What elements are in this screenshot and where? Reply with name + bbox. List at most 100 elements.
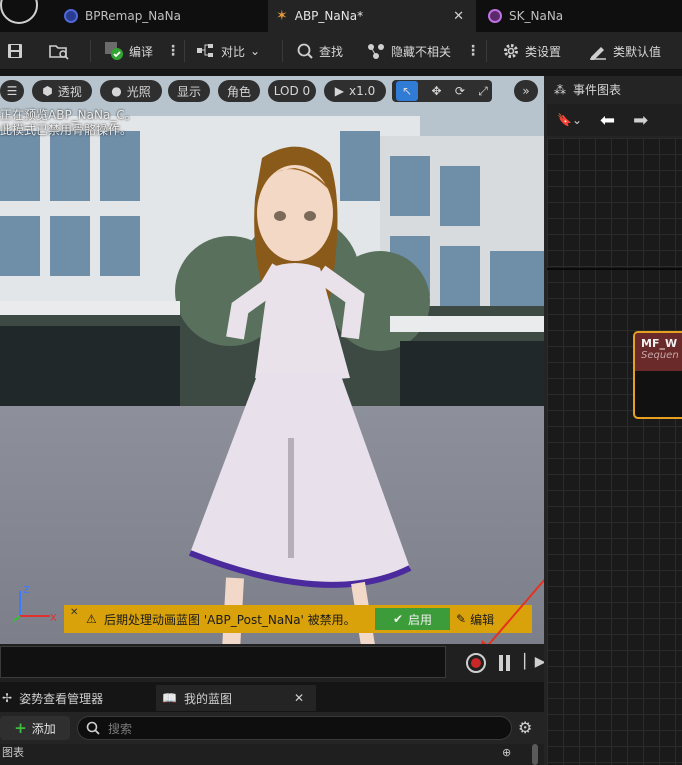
tab-pose-watch[interactable]: ✢ 姿势查看管理器 xyxy=(0,685,156,711)
close-icon[interactable]: ✕ xyxy=(70,607,78,618)
rotate-icon[interactable]: ⟳ xyxy=(455,84,465,98)
playback-bar: ▏▶ xyxy=(0,644,546,682)
diff-button[interactable]: 对比 ⌄ xyxy=(196,38,260,64)
section-label: 图表 xyxy=(2,746,24,759)
character-label: 角色 xyxy=(226,84,251,99)
graph-node[interactable]: MF_W Sequen xyxy=(633,331,682,419)
check-icon: ✔ xyxy=(392,612,404,626)
graph-canvas[interactable]: MF_W Sequen xyxy=(547,138,682,765)
record-button[interactable] xyxy=(466,653,486,673)
plus-icon: + xyxy=(14,719,27,737)
tab-abp[interactable]: ✶ ABP_NaNa* ✕ xyxy=(268,0,476,32)
main-toolbar: 编译 ⋮ 对比 ⌄ 查找 隐藏不相关 ⋮ 类设置 类默认值 xyxy=(0,32,682,70)
search-icon xyxy=(86,721,100,735)
event-graph-title: 事件图表 xyxy=(573,83,622,97)
timeline-scrubber[interactable] xyxy=(0,646,446,678)
tab-skeleton[interactable]: SK_NaNa xyxy=(476,0,682,32)
tab-my-blueprint[interactable]: 📖 我的蓝图 ✕ xyxy=(156,685,316,711)
find-label: 查找 xyxy=(319,44,344,59)
tab-label: SK_NaNa xyxy=(509,9,564,23)
compile-check-icon xyxy=(105,42,123,60)
bookmark-icon[interactable]: 🔖⌄ xyxy=(557,113,582,127)
forward-arrow-icon[interactable]: ➡ xyxy=(633,110,648,131)
my-blueprint-toolbar: + 添加 搜索 ⚙ xyxy=(0,712,544,744)
node-title: MF_W xyxy=(641,337,678,350)
character-preview-image xyxy=(188,146,412,644)
hamburger-icon: ☰ xyxy=(6,84,18,98)
back-arrow-icon[interactable]: ⬅ xyxy=(600,110,615,131)
transform-tools: ↖ ✥ ⟳ ⤢ xyxy=(392,80,492,102)
node-header: MF_W Sequen xyxy=(635,333,682,371)
event-graph-tab[interactable]: ⁂ 事件图表 xyxy=(554,81,621,98)
speed-label: x1.0 xyxy=(349,84,376,98)
preview-notice-line1: 正在预览ABP_NaNa_C。 xyxy=(0,108,137,122)
graphs-section-header[interactable]: 图表 ⊕ xyxy=(0,744,544,765)
close-icon[interactable]: ✕ xyxy=(453,9,464,24)
lighting-button[interactable]: ● 光照 xyxy=(100,80,162,102)
hide-unrelated-icon xyxy=(368,44,384,59)
warning-icon: ⚠ xyxy=(86,612,97,626)
lod-button[interactable]: LOD 0 xyxy=(268,80,316,102)
gear-icon[interactable]: ⚙ xyxy=(518,718,532,737)
book-icon: 📖 xyxy=(162,691,177,705)
perspective-button[interactable]: ⬢ 透视 xyxy=(32,80,92,102)
viewport-more-button[interactable]: » xyxy=(514,80,538,102)
blueprint-asset-icon xyxy=(64,9,78,23)
pause-button[interactable] xyxy=(499,655,513,671)
svg-text:Z: Z xyxy=(23,585,30,596)
node-subtitle: Sequen xyxy=(641,350,679,361)
toolbar-separator xyxy=(486,40,487,62)
move-icon[interactable]: ✥ xyxy=(431,84,441,98)
playback-speed-button[interactable]: ▶ x1.0 xyxy=(324,80,386,102)
axis-gizmo: Z X xyxy=(13,585,57,623)
compile-label: 编译 xyxy=(129,44,154,59)
toolbar-separator xyxy=(184,40,185,62)
find-options-button[interactable]: ⋮ xyxy=(466,38,480,64)
select-arrow-icon[interactable]: ↖ xyxy=(396,81,419,101)
close-icon[interactable]: ✕ xyxy=(294,691,304,705)
document-tab-bar: BPRemap_NaNa ✶ ABP_NaNa* ✕ SK_NaNa xyxy=(0,0,682,32)
lighting-label: 光照 xyxy=(126,84,151,99)
preview-notice-line2: 此模式已禁用骨骼操作。 xyxy=(0,123,133,137)
viewport-menu-button[interactable]: ☰ xyxy=(0,80,24,102)
svg-text:X: X xyxy=(50,613,57,623)
tab-label: BPRemap_NaNa xyxy=(85,9,181,23)
browse-button[interactable] xyxy=(48,38,70,64)
class-settings-button[interactable]: 类设置 xyxy=(502,38,561,64)
enable-label: 启用 xyxy=(408,612,433,627)
search-input[interactable]: 搜索 xyxy=(77,716,512,740)
character-button[interactable]: 角色 xyxy=(218,80,260,102)
bottom-tab-bar: ✢ 姿势查看管理器 📖 我的蓝图 ✕ xyxy=(0,682,544,712)
compile-options-button[interactable]: ⋮ xyxy=(166,38,180,64)
add-button[interactable]: + 添加 xyxy=(0,716,70,740)
preview-viewport[interactable]: ☰ ⬢ 透视 ● 光照 显示 角色 LOD 0 ▶ x1.0 ↖ ✥ ⟳ ⤢ »… xyxy=(0,76,544,644)
pose-watch-label: 姿势查看管理器 xyxy=(19,691,104,706)
add-label: 添加 xyxy=(31,721,56,736)
enable-button[interactable]: ✔ 启用 xyxy=(375,608,450,630)
scale-icon[interactable]: ⤢ xyxy=(478,84,488,99)
anim-blueprint-icon: ✶ xyxy=(276,8,288,24)
add-circle-icon[interactable]: ⊕ xyxy=(502,746,511,759)
perspective-label: 透视 xyxy=(57,84,82,99)
graph-icon: ⁂ xyxy=(554,82,566,97)
unreal-logo-icon[interactable] xyxy=(0,0,38,24)
tab-bpremap[interactable]: BPRemap_NaNa xyxy=(54,0,268,32)
cube-icon: ⬢ xyxy=(42,84,53,98)
class-defaults-button[interactable]: 类默认值 xyxy=(588,38,661,64)
record-icon xyxy=(471,658,481,668)
lod-label: LOD 0 xyxy=(273,84,311,98)
diff-label: 对比 xyxy=(221,44,246,59)
save-button[interactable] xyxy=(6,38,24,64)
search-icon xyxy=(297,43,313,59)
find-button[interactable]: 查找 xyxy=(296,38,343,64)
double-chevron-right-icon: » xyxy=(522,84,530,98)
skeleton-asset-icon xyxy=(488,9,502,23)
compile-button[interactable]: 编译 xyxy=(104,38,153,64)
hide-unrelated-button[interactable]: 隐藏不相关 xyxy=(366,38,451,64)
scrollbar[interactable] xyxy=(532,744,538,765)
class-defaults-label: 类默认值 xyxy=(613,44,662,59)
show-button[interactable]: 显示 xyxy=(168,80,210,102)
step-forward-button[interactable]: ▏▶ xyxy=(524,654,546,670)
save-icon xyxy=(8,44,22,58)
class-settings-label: 类设置 xyxy=(525,44,562,59)
